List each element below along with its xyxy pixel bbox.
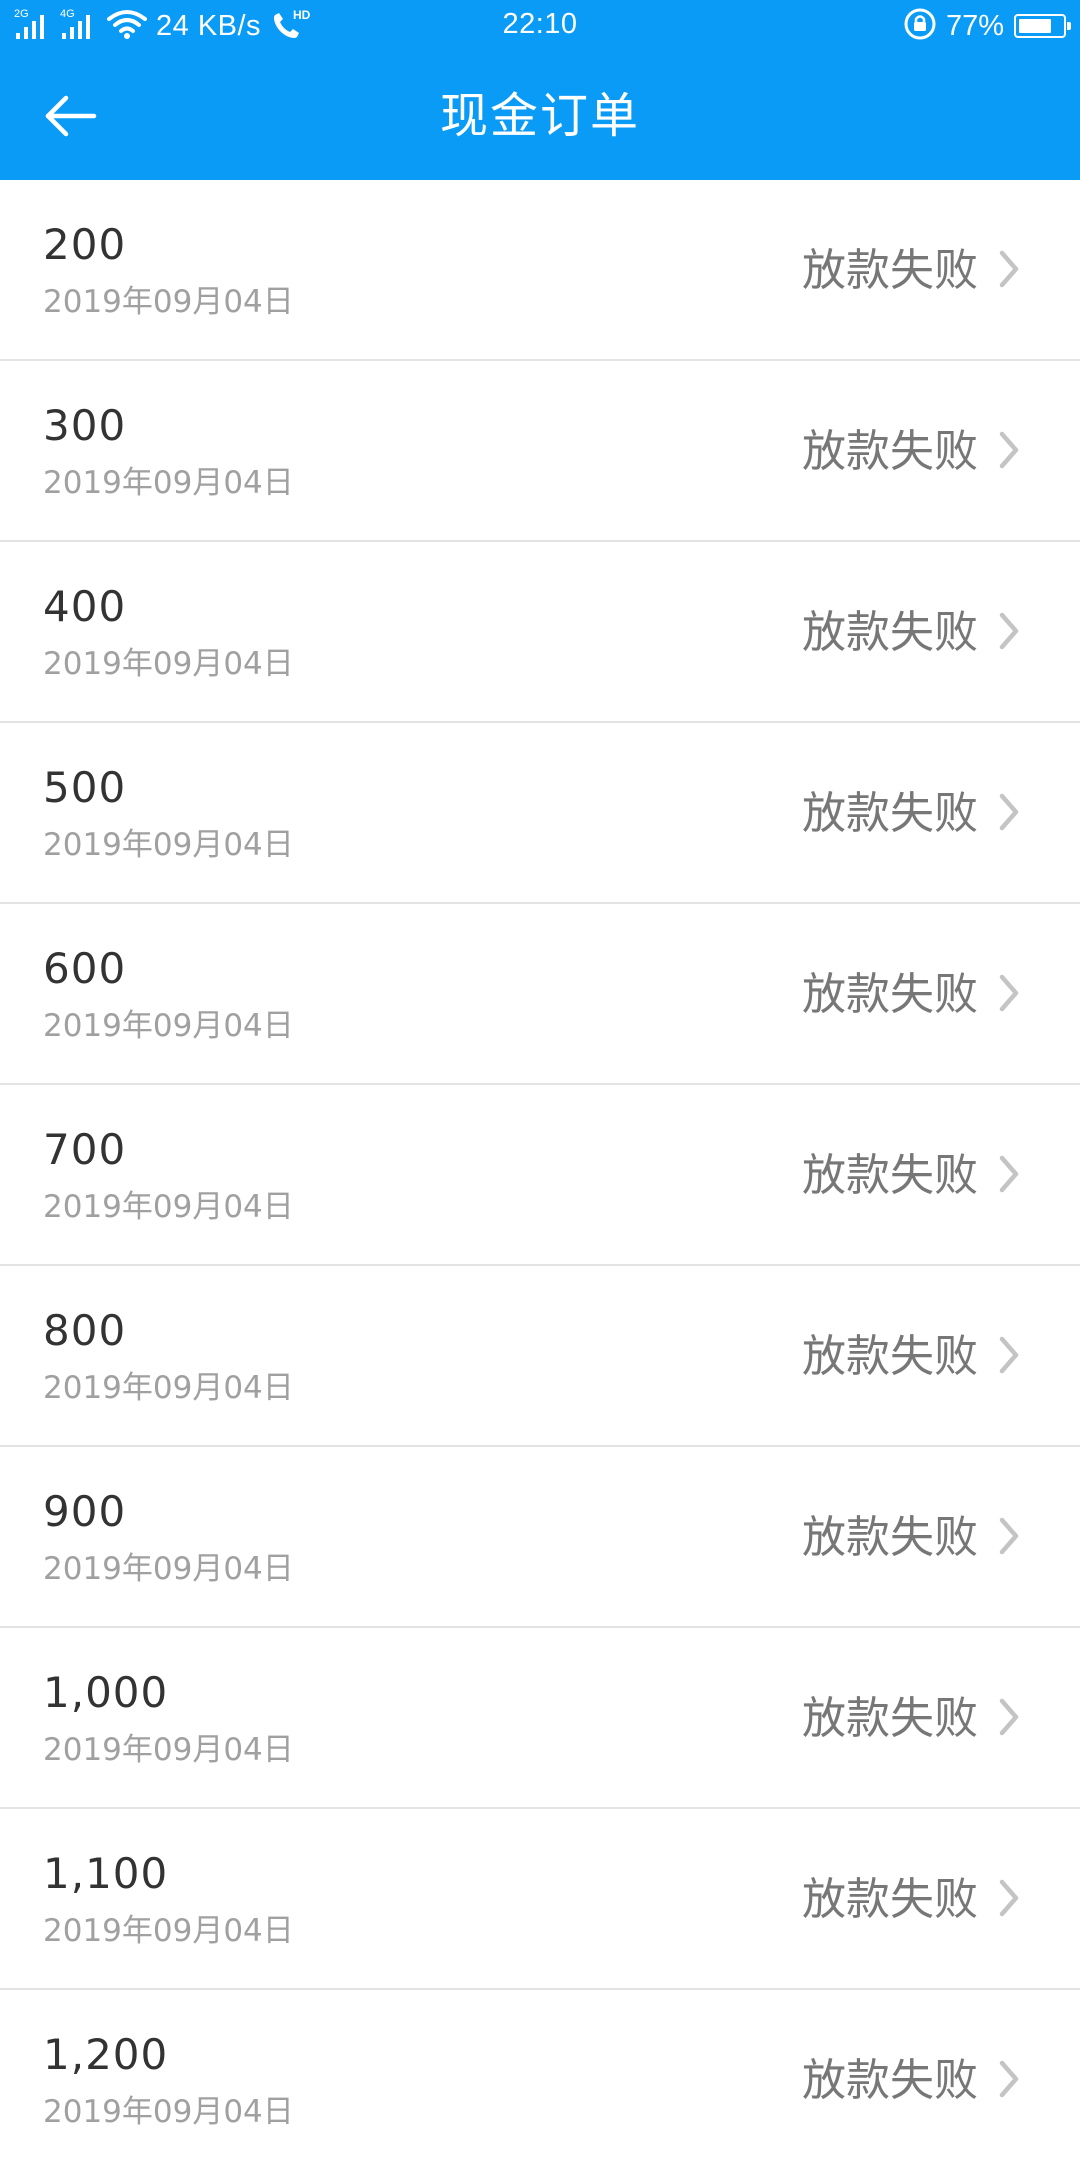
order-status: 放款失败	[802, 245, 978, 296]
order-list-item[interactable]: 1,200 2019年09月04日 放款失败	[0, 1990, 1080, 2160]
order-amount: 200	[43, 220, 127, 269]
order-list-item[interactable]: 900 2019年09月04日 放款失败	[0, 1447, 1080, 1628]
order-date: 2019年09月04日	[43, 1189, 294, 1225]
chevron-right-icon	[999, 1698, 1019, 1736]
chevron-right-icon	[999, 1336, 1019, 1374]
app-bar: 现金订单	[0, 52, 1080, 180]
order-list-item[interactable]: 700 2019年09月04日 放款失败	[0, 1085, 1080, 1266]
order-status: 放款失败	[802, 1150, 978, 1201]
order-amount: 700	[43, 1125, 127, 1174]
order-list-item[interactable]: 1,100 2019年09月04日 放款失败	[0, 1809, 1080, 1990]
order-date: 2019年09月04日	[43, 465, 294, 501]
order-date: 2019年09月04日	[43, 1913, 294, 1949]
order-list: 200 2019年09月04日 放款失败 300 2019年09月04日 放款失败 400 2…	[0, 180, 1080, 2160]
order-date: 2019年09月04日	[43, 827, 294, 863]
order-list-item[interactable]: 800 2019年09月04日 放款失败	[0, 1266, 1080, 1447]
order-date: 2019年09月04日	[43, 1008, 294, 1044]
order-status: 放款失败	[802, 969, 978, 1020]
order-status: 放款失败	[802, 1693, 978, 1744]
order-date: 2019年09月04日	[43, 646, 294, 682]
order-status: 放款失败	[802, 426, 978, 477]
chevron-right-icon	[999, 612, 1019, 650]
order-list-item[interactable]: 200 2019年09月04日 放款失败	[0, 180, 1080, 361]
order-amount: 1,000	[43, 1668, 169, 1717]
order-date: 2019年09月04日	[43, 1370, 294, 1406]
order-status: 放款失败	[802, 788, 978, 839]
order-list-item[interactable]: 400 2019年09月04日 放款失败	[0, 542, 1080, 723]
chevron-right-icon	[999, 974, 1019, 1012]
order-amount: 400	[43, 582, 127, 631]
status-bar: 2G 4G 24 KB/s HD 22:10 77%	[0, 0, 1080, 52]
chevron-right-icon	[999, 1879, 1019, 1917]
order-amount: 1,200	[43, 2030, 169, 2079]
chevron-right-icon	[999, 431, 1019, 469]
order-amount: 600	[43, 944, 127, 993]
status-bar-right: 77%	[902, 6, 1071, 47]
order-date: 2019年09月04日	[43, 284, 294, 320]
chevron-right-icon	[999, 793, 1019, 831]
battery-percent: 77%	[945, 9, 1004, 42]
order-status: 放款失败	[802, 1874, 978, 1925]
chevron-right-icon	[999, 250, 1019, 288]
chevron-right-icon	[999, 1517, 1019, 1555]
order-amount: 500	[43, 763, 127, 812]
order-amount: 300	[43, 401, 127, 450]
order-date: 2019年09月04日	[43, 2094, 294, 2130]
order-list-item[interactable]: 500 2019年09月04日 放款失败	[0, 723, 1080, 904]
order-date: 2019年09月04日	[43, 1732, 294, 1768]
chevron-right-icon	[999, 1155, 1019, 1193]
battery-level	[1019, 19, 1051, 33]
order-amount: 800	[43, 1306, 127, 1355]
order-list-item[interactable]: 300 2019年09月04日 放款失败	[0, 361, 1080, 542]
order-list-item[interactable]: 1,000 2019年09月04日 放款失败	[0, 1628, 1080, 1809]
order-date: 2019年09月04日	[43, 1551, 294, 1587]
order-amount: 1,100	[43, 1849, 169, 1898]
battery-icon	[1014, 14, 1071, 38]
page-title: 现金订单	[439, 88, 640, 144]
order-status: 放款失败	[802, 2055, 978, 2106]
app-root: 2G 4G 24 KB/s HD 22:10 77% 现金订单 200 2019…	[0, 0, 1080, 2160]
order-status: 放款失败	[802, 1512, 978, 1563]
chevron-right-icon	[999, 2060, 1019, 2098]
battery-cap	[1067, 22, 1071, 30]
order-amount: 900	[43, 1487, 127, 1536]
rotation-lock-icon	[902, 6, 938, 47]
order-status: 放款失败	[802, 1331, 978, 1382]
order-list-item[interactable]: 600 2019年09月04日 放款失败	[0, 904, 1080, 1085]
order-status: 放款失败	[802, 607, 978, 658]
